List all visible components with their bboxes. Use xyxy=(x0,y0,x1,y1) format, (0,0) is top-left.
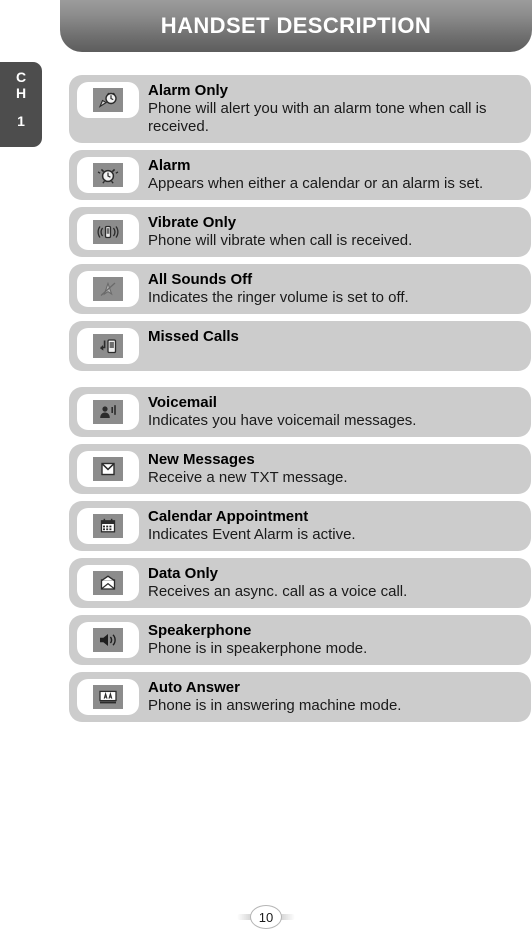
list-item-text: Calendar Appointment Indicates Event Ala… xyxy=(139,508,523,544)
list-item-title: New Messages xyxy=(148,451,255,468)
chapter-tab-number: 1 xyxy=(17,113,25,129)
list-item-description: Receives an async. call as a voice call. xyxy=(148,583,408,600)
list-item-text: Vibrate Only Phone will vibrate when cal… xyxy=(139,214,523,250)
list-item-title: All Sounds Off xyxy=(148,271,253,288)
icon-badge xyxy=(77,271,139,307)
page-number-badge: 10 xyxy=(250,905,282,929)
list-item-text: Alarm Only Phone will alert you with an … xyxy=(139,82,523,136)
list-item-title: Data Only xyxy=(148,565,219,582)
list-item-text: Data Only Receives an async. call as a v… xyxy=(139,565,523,601)
list-item: Data Only Receives an async. call as a v… xyxy=(69,558,531,608)
icon-badge xyxy=(77,157,139,193)
list-item-description: Indicates Event Alarm is active. xyxy=(148,526,356,543)
alarm-only-icon xyxy=(93,88,123,112)
speakerphone-icon xyxy=(93,628,123,652)
list-item: Auto Answer Phone is in answering machin… xyxy=(69,672,531,722)
list-item-description: Phone will alert you with an alarm tone … xyxy=(148,100,487,135)
auto-answer-icon xyxy=(93,685,123,709)
list-item-title: Missed Calls xyxy=(148,328,239,345)
icon-badge xyxy=(77,451,139,487)
list-item-title: Alarm Only xyxy=(148,82,229,99)
list-item: Calendar Appointment Indicates Event Ala… xyxy=(69,501,531,551)
list-item: Speakerphone Phone is in speakerphone mo… xyxy=(69,615,531,665)
list-item-text: New Messages Receive a new TXT message. xyxy=(139,451,523,487)
icon-badge xyxy=(77,565,139,601)
list-item-description: Indicates you have voicemail messages. xyxy=(148,412,417,429)
list-item-title: Calendar Appointment xyxy=(148,508,309,525)
list-item: Missed Calls xyxy=(69,321,531,371)
chapter-tab-letter-c: C xyxy=(15,69,27,85)
list-item-title: Auto Answer xyxy=(148,679,240,696)
handset-icon-list: Alarm Only Phone will alert you with an … xyxy=(69,75,531,729)
list-item-text: Speakerphone Phone is in speakerphone mo… xyxy=(139,622,523,658)
list-item: All Sounds Off Indicates the ringer volu… xyxy=(69,264,531,314)
page-title: HANDSET DESCRIPTION xyxy=(160,13,432,38)
chapter-tab: C H 1 xyxy=(0,62,42,147)
icon-badge xyxy=(77,82,139,118)
all-sounds-off-icon xyxy=(93,277,123,301)
missed-calls-icon xyxy=(93,334,123,358)
list-item-text: Voicemail Indicates you have voicemail m… xyxy=(139,394,523,430)
list-item-description: Phone is in answering machine mode. xyxy=(148,697,402,714)
list-item: Vibrate Only Phone will vibrate when cal… xyxy=(69,207,531,257)
list-item-text: Alarm Appears when either a calendar or … xyxy=(139,157,523,193)
alarm-clock-icon xyxy=(93,163,123,187)
vibrate-icon xyxy=(93,220,123,244)
list-item: Voicemail Indicates you have voicemail m… xyxy=(69,387,531,437)
list-item: Alarm Appears when either a calendar or … xyxy=(69,150,531,200)
icon-badge xyxy=(77,394,139,430)
list-item-description: Phone will vibrate when call is received… xyxy=(148,232,413,249)
data-only-icon xyxy=(93,571,123,595)
page-number: 10 xyxy=(258,909,274,925)
icon-badge xyxy=(77,214,139,250)
list-item-title: Alarm xyxy=(148,157,191,174)
list-item-text: Auto Answer Phone is in answering machin… xyxy=(139,679,523,715)
list-item-description: Indicates the ringer volume is set to of… xyxy=(148,289,409,306)
new-messages-icon xyxy=(93,457,123,481)
list-item-description: Appears when either a calendar or an ala… xyxy=(148,175,484,192)
page-header-banner: HANDSET DESCRIPTION xyxy=(60,0,532,52)
calendar-icon xyxy=(93,514,123,538)
icon-badge xyxy=(77,622,139,658)
list-item-title: Speakerphone xyxy=(148,622,252,639)
list-item-text: Missed Calls xyxy=(139,328,523,346)
list-item: New Messages Receive a new TXT message. xyxy=(69,444,531,494)
list-item: Alarm Only Phone will alert you with an … xyxy=(69,75,531,143)
chapter-tab-letter-h: H xyxy=(15,85,27,101)
voicemail-icon xyxy=(93,400,123,424)
icon-badge xyxy=(77,328,139,364)
list-item-text: All Sounds Off Indicates the ringer volu… xyxy=(139,271,523,307)
list-item-description: Phone is in speakerphone mode. xyxy=(148,640,368,657)
icon-badge xyxy=(77,679,139,715)
list-item-description: Receive a new TXT message. xyxy=(148,469,348,486)
icon-badge xyxy=(77,508,139,544)
list-item-title: Vibrate Only xyxy=(148,214,237,231)
page-footer: 10 xyxy=(0,905,532,929)
list-item-title: Voicemail xyxy=(148,394,217,411)
